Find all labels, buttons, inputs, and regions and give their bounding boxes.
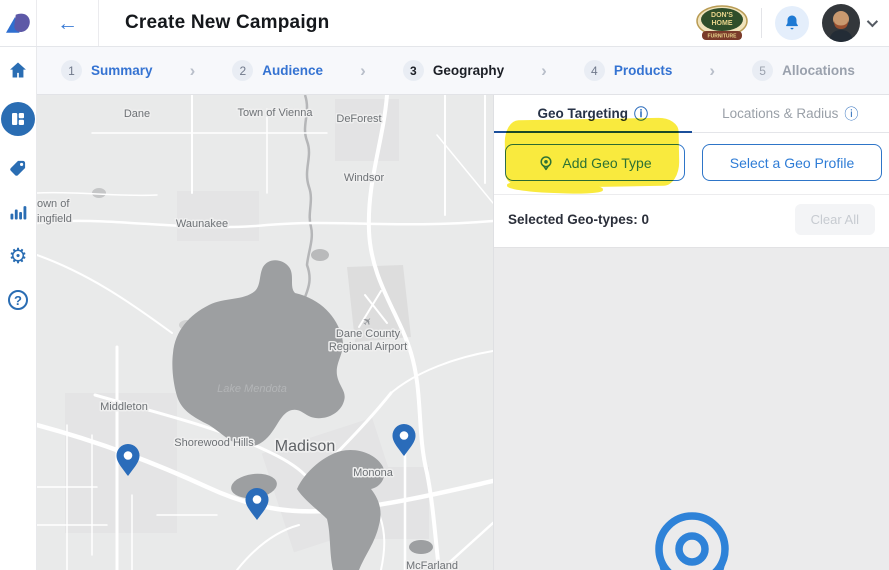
select-geo-profile-button[interactable]: Select a Geo Profile — [702, 144, 882, 181]
svg-text:HOME: HOME — [712, 20, 733, 27]
step-geography[interactable]: 3 Geography — [403, 60, 504, 81]
gear-icon: ⚙ — [9, 246, 28, 267]
avatar — [822, 4, 860, 42]
sidebar-item-home[interactable] — [6, 58, 30, 82]
geo-pin-icon — [538, 155, 554, 171]
brand-badge: DON'S HOME FURNITURE — [696, 4, 748, 42]
selected-geo-types-label: Selected Geo-types: 0 — [508, 212, 649, 227]
geo-empty-state — [494, 247, 889, 570]
step-number: 3 — [403, 60, 424, 81]
chevron-down-icon — [867, 16, 878, 27]
back-button[interactable]: ← — [37, 0, 99, 46]
map-label: Town of Vienna — [237, 107, 313, 119]
sidebar-item-analytics[interactable] — [6, 200, 30, 224]
app-logo-icon — [3, 8, 33, 38]
step-separator-icon: › — [709, 61, 715, 81]
sidebar-item-settings[interactable]: ⚙ — [6, 244, 30, 268]
map-label: Dane County — [336, 328, 401, 340]
map-label: ingfield — [37, 213, 72, 225]
bar-chart-icon — [8, 202, 28, 222]
step-separator-icon: › — [541, 61, 547, 81]
step-separator-icon: › — [360, 61, 366, 81]
selected-geo-types-row: Selected Geo-types: 0 Clear All — [494, 194, 889, 247]
dashboard-icon — [9, 110, 27, 128]
user-menu[interactable] — [822, 4, 875, 42]
bell-icon — [783, 14, 801, 32]
map-label: DeForest — [336, 113, 381, 125]
home-icon — [8, 60, 28, 80]
wizard-stepper: 1 Summary › 2 Audience › 3 Geography › 4… — [37, 47, 889, 95]
back-arrow-icon: ← — [57, 13, 78, 34]
tag-icon — [8, 158, 28, 178]
active-tab-underline — [494, 131, 692, 133]
sidebar-item-dashboard[interactable] — [1, 102, 35, 136]
step-number: 4 — [584, 60, 605, 81]
map-label: Regional Airport — [329, 341, 407, 353]
step-number: 1 — [61, 60, 82, 81]
step-products[interactable]: 4 Products — [584, 60, 673, 81]
map-label: Lake Mendota — [217, 383, 287, 395]
notifications-button[interactable] — [775, 6, 809, 40]
help-icon: ? — [8, 290, 28, 310]
nav-sidebar: ⚙ ? — [0, 47, 37, 570]
info-icon[interactable]: ⓘ — [844, 104, 858, 124]
geo-tabs: Geo Targeting ⓘ Locations & Radius ⓘ — [494, 95, 889, 133]
sidebar-item-tags[interactable] — [6, 156, 30, 180]
page-title: Create New Campaign — [99, 0, 329, 46]
add-geo-type-button[interactable]: Add Geo Type — [505, 144, 685, 181]
info-icon[interactable]: ⓘ — [634, 104, 648, 124]
map-label: McFarland — [406, 560, 458, 570]
app-header: ← Create New Campaign DON'S HOME FURNITU… — [0, 0, 889, 47]
map-canvas[interactable]: ✈ DaneTown of ViennaDeForestWindsorown o… — [37, 95, 493, 570]
map-label: Middleton — [100, 401, 148, 413]
map-label: own of — [37, 198, 70, 210]
map-label: Monona — [353, 467, 394, 479]
tab-geo-targeting[interactable]: Geo Targeting ⓘ — [494, 95, 692, 132]
sidebar-item-help[interactable]: ? — [6, 288, 30, 312]
tab-locations-radius[interactable]: Locations & Radius ⓘ — [692, 95, 889, 132]
svg-text:FURNITURE: FURNITURE — [708, 34, 738, 40]
svg-text:DON'S: DON'S — [711, 12, 733, 19]
map-label: Shorewood Hills — [174, 437, 254, 449]
clear-all-button[interactable]: Clear All — [795, 204, 875, 235]
map-label: Windsor — [344, 172, 385, 184]
step-audience[interactable]: 2 Audience — [232, 60, 323, 81]
step-allocations[interactable]: 5 Allocations — [752, 60, 855, 81]
map-label: Dane — [124, 108, 150, 120]
map-label: Madison — [275, 438, 335, 455]
header-divider — [761, 8, 762, 38]
step-separator-icon: › — [190, 61, 196, 81]
step-number: 2 — [232, 60, 253, 81]
step-summary[interactable]: 1 Summary — [61, 60, 153, 81]
step-number: 5 — [752, 60, 773, 81]
map-label: Waunakee — [176, 218, 228, 230]
app-logo[interactable] — [0, 0, 37, 46]
empty-state-pin-icon — [622, 505, 762, 570]
geo-targeting-panel: Geo Targeting ⓘ Locations & Radius ⓘ — [493, 95, 889, 570]
